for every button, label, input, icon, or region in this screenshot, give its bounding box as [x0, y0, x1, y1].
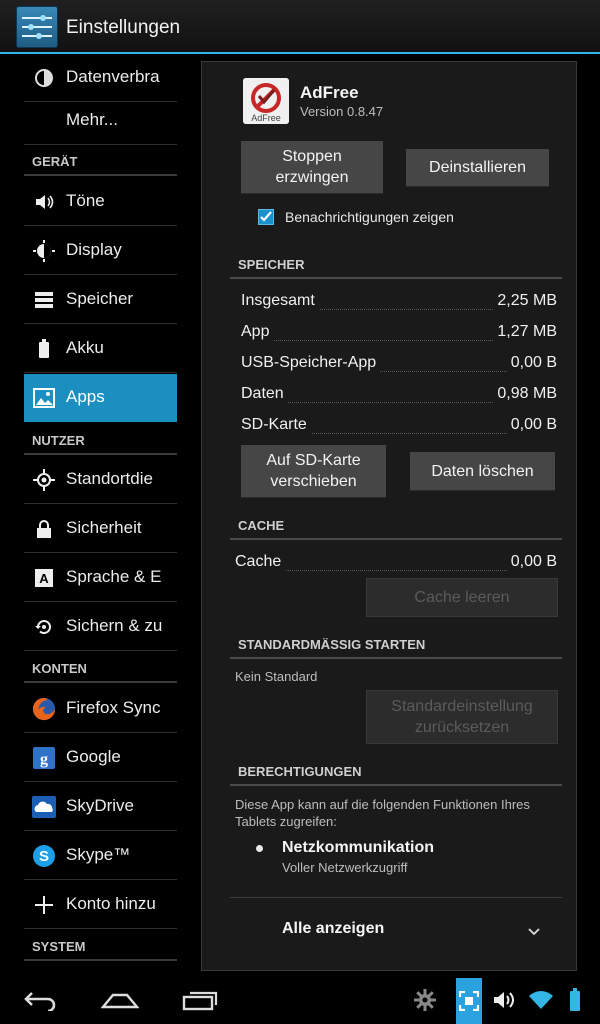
sidebar-item-storage[interactable]: Speicher — [24, 276, 177, 324]
sidebar-item-label: Datenverbra — [66, 67, 160, 86]
section-storage: SPEICHER — [230, 257, 562, 279]
sidebar-item-label: Sprache & E — [66, 567, 162, 586]
sidebar-item-google[interactable]: g Google — [24, 734, 177, 782]
sidebar-item-data-usage[interactable]: Datenverbra — [24, 54, 177, 102]
settings-gear-icon[interactable] — [412, 986, 438, 1014]
sidebar-item-skydrive[interactable]: SkyDrive — [24, 783, 177, 831]
recent-apps-icon[interactable] — [170, 980, 230, 1020]
launch-default-text: Kein Standard — [235, 669, 318, 684]
svg-text:S: S — [39, 848, 49, 865]
storage-icon — [32, 288, 56, 312]
apps-icon — [32, 386, 56, 410]
move-to-sd-button[interactable]: Auf SD-Karte verschieben — [241, 445, 386, 498]
section-header-device: GERÄT — [24, 148, 177, 176]
uninstall-button[interactable]: Deinstallieren — [406, 149, 549, 187]
battery-icon — [32, 337, 56, 361]
skydrive-icon — [32, 795, 56, 819]
section-header-system: SYSTEM — [24, 933, 177, 961]
google-icon: g — [32, 746, 56, 770]
clear-cache-button[interactable]: Cache leeren — [366, 578, 558, 617]
sidebar-item-label: Skype™ — [66, 845, 131, 864]
storage-row-total: Insgesamt 2,25 MB — [241, 292, 557, 310]
speaker-icon — [32, 190, 56, 214]
section-launch-default: STANDARDMÄSSIG STARTEN — [230, 637, 562, 659]
sidebar-item-label: Konto hinzu — [66, 894, 156, 913]
volume-icon[interactable] — [492, 986, 518, 1014]
app-version: Version 0.8.47 — [300, 104, 384, 119]
section-header-user: NUTZER — [24, 427, 177, 455]
location-icon — [32, 468, 56, 492]
sidebar-item-language[interactable]: A Sprache & E — [24, 554, 177, 602]
battery-status-icon — [566, 986, 584, 1014]
svg-text:g: g — [40, 751, 48, 768]
back-icon[interactable] — [10, 980, 70, 1020]
notifications-label: Benachrichtigungen zeigen — [285, 209, 454, 225]
sidebar-item-label: Google — [66, 747, 121, 766]
brightness-icon — [32, 239, 56, 263]
sidebar-item-label: Apps — [66, 387, 105, 406]
adfree-app-icon: AdFree — [243, 78, 289, 124]
sidebar-item-apps[interactable]: Apps — [24, 374, 177, 422]
sidebar-item-label: Standortdie — [66, 469, 153, 488]
app-name: AdFree — [300, 83, 359, 102]
storage-row-app: App 1,27 MB — [241, 323, 557, 341]
section-header-accounts: KONTEN — [24, 655, 177, 683]
wifi-icon — [527, 986, 555, 1014]
divider — [230, 897, 562, 898]
svg-text:AdFree: AdFree — [251, 113, 281, 123]
sidebar-item-label: Firefox Sync — [66, 698, 161, 717]
sidebar-item-display[interactable]: Display — [24, 227, 177, 275]
svg-text:A: A — [39, 571, 49, 586]
reset-default-button[interactable]: Standardeinstellung zurücksetzen — [366, 690, 558, 744]
sidebar-item-firefox-sync[interactable]: Firefox Sync — [24, 685, 177, 733]
app-info-panel: AdFree AdFree Version 0.8.47 Stoppen erz… — [201, 61, 577, 971]
home-icon[interactable] — [90, 980, 150, 1020]
navigation-bar — [0, 976, 600, 1024]
sidebar-item-label: Akku — [66, 338, 104, 357]
sidebar-item-location[interactable]: Standortdie — [24, 456, 177, 504]
sidebar-item-backup[interactable]: Sichern & zu — [24, 603, 177, 651]
clear-data-button[interactable]: Daten löschen — [410, 452, 555, 491]
data-usage-icon — [32, 66, 56, 90]
sidebar-item-sounds[interactable]: Töne — [24, 178, 177, 226]
backup-icon — [32, 615, 56, 639]
cache-row: Cache 0,00 B — [235, 553, 557, 571]
sidebar-item-label: Speicher — [66, 289, 134, 308]
force-stop-button[interactable]: Stoppen erzwingen — [241, 141, 383, 194]
sidebar-item-label: SkyDrive — [66, 796, 135, 815]
sidebar-item-add-account[interactable]: Konto hinzu — [24, 881, 177, 929]
sidebar-item-battery[interactable]: Akku — [24, 325, 177, 373]
sidebar-item-label: Sichern & zu — [66, 616, 163, 635]
language-icon: A — [32, 566, 56, 590]
storage-row-usb: USB-Speicher-App 0,00 B — [241, 354, 557, 372]
permission-title: Netzkommunikation — [282, 839, 435, 856]
firefox-icon — [32, 697, 56, 721]
settings-list: Datenverbra Mehr... GERÄT Töne Display S… — [0, 54, 200, 976]
sidebar-item-skype[interactable]: S Skype™ — [24, 832, 177, 880]
sidebar-item-label: Display — [66, 240, 122, 259]
settings-app-icon[interactable] — [16, 6, 58, 48]
storage-row-sd: SD-Karte 0,00 B — [241, 416, 557, 434]
chevron-down-icon[interactable] — [527, 924, 541, 942]
page-title: Einstellungen — [66, 17, 181, 38]
screenshot-icon[interactable] — [456, 978, 482, 1024]
notifications-checkbox[interactable] — [258, 209, 274, 225]
bullet-icon — [256, 845, 263, 852]
storage-row-data: Daten 0,98 MB — [241, 385, 557, 403]
section-permissions: BERECHTIGUNGEN — [230, 764, 562, 786]
sidebar-item-label: Töne — [66, 191, 105, 210]
lock-icon — [32, 517, 56, 541]
sidebar-item-more[interactable]: Mehr... — [24, 97, 177, 145]
permission-subtitle: Voller Netzwerkzugriff — [282, 860, 408, 875]
sidebar-item-label: Sicherheit — [66, 518, 142, 537]
show-all-button[interactable]: Alle anzeigen — [282, 920, 384, 938]
skype-icon: S — [32, 844, 56, 868]
action-bar: Einstellungen — [0, 0, 600, 54]
sidebar-item-security[interactable]: Sicherheit — [24, 505, 177, 553]
permissions-intro: Diese App kann auf die folgenden Funktio… — [235, 797, 530, 829]
plus-icon — [32, 893, 56, 917]
section-cache: CACHE — [230, 518, 562, 540]
sidebar-item-label: Mehr... — [66, 110, 118, 129]
check-icon — [260, 211, 272, 222]
